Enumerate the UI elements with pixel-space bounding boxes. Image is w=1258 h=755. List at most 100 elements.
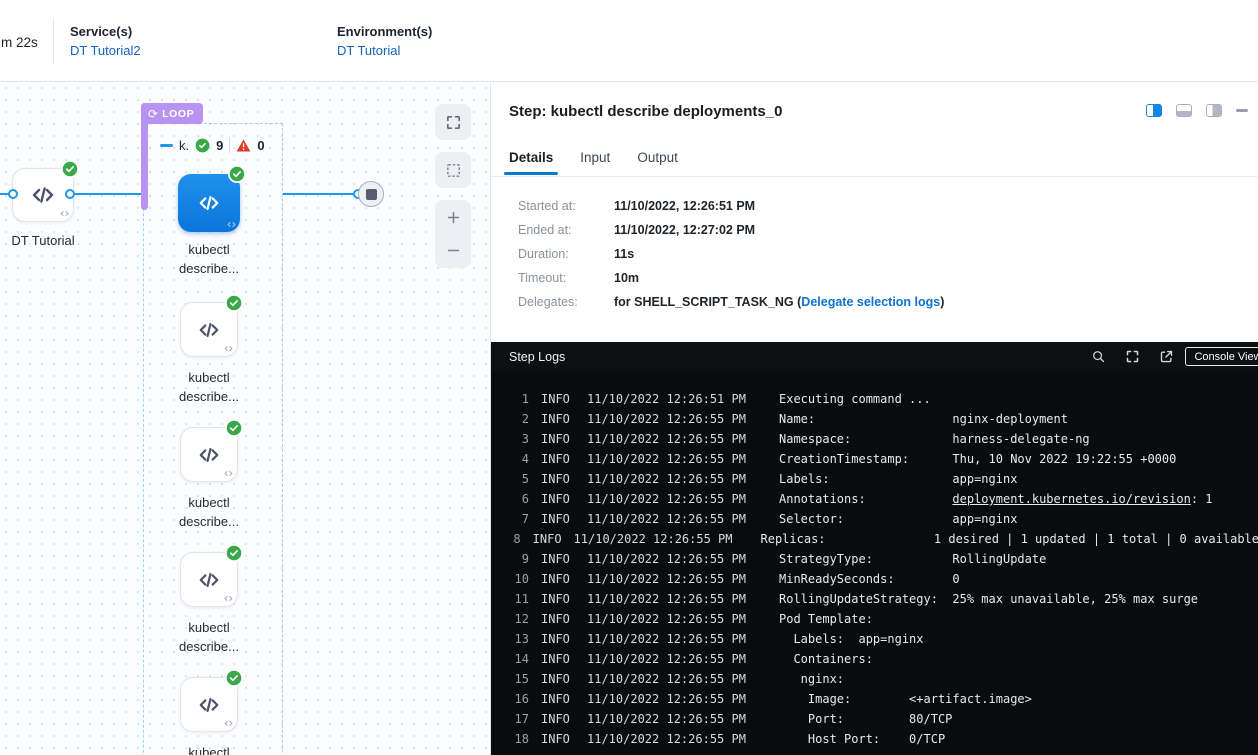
step-node-kubectl-describe[interactable] <box>180 552 238 607</box>
log-message: MinReadySeconds: 0 <box>779 569 960 589</box>
log-line: 15INFO11/10/2022 12:26:55 PM nginx: <box>491 669 1258 689</box>
tabs-divider <box>491 176 1258 177</box>
step-node-kubectl-describe[interactable] <box>178 174 240 232</box>
console-view-button[interactable]: Console View <box>1185 347 1258 366</box>
success-count: 9 <box>216 138 223 153</box>
log-timestamp: 11/10/2022 12:26:55 PM <box>574 529 733 549</box>
search-icon[interactable] <box>1091 349 1106 364</box>
delegate-selection-logs-link[interactable]: Delegate selection logs <box>801 295 940 309</box>
timeout-value: 10m <box>614 271 639 285</box>
log-message: Pod Template: <box>779 609 873 629</box>
log-level: INFO <box>541 489 575 509</box>
log-level: INFO <box>541 389 575 409</box>
log-message: Image: <+artifact.image> <box>779 689 1032 709</box>
service-link[interactable]: DT Tutorial2 <box>70 43 141 58</box>
log-message: nginx: <box>779 669 844 689</box>
log-line: 7INFO11/10/2022 12:26:55 PMSelector: app… <box>491 509 1258 529</box>
log-line: 8INFO11/10/2022 12:26:55 PMReplicas: 1 d… <box>491 529 1258 549</box>
log-line-number: 2 <box>501 409 529 429</box>
log-level: INFO <box>541 609 575 629</box>
code-icon <box>198 319 220 341</box>
warning-icon <box>236 139 251 152</box>
pipeline-end-node[interactable] <box>358 181 384 207</box>
code-icon <box>198 569 220 591</box>
detail-row-duration: Duration: 11s <box>518 247 944 271</box>
timeout-label: Timeout: <box>518 271 614 285</box>
step-logs-console[interactable]: 1INFO11/10/2022 12:26:51 PMExecuting com… <box>491 371 1258 755</box>
log-level: INFO <box>541 469 575 489</box>
edge-line <box>70 193 142 195</box>
log-line: 14INFO11/10/2022 12:26:55 PM Containers: <box>491 649 1258 669</box>
log-message: CreationTimestamp: Thu, 10 Nov 2022 19:2… <box>779 449 1176 469</box>
log-timestamp: 11/10/2022 12:26:55 PM <box>587 729 751 749</box>
log-message: Executing command ... <box>779 389 931 409</box>
log-level: INFO <box>541 449 575 469</box>
minimize-panel-icon[interactable] <box>1236 109 1248 112</box>
code-icon <box>60 209 69 218</box>
collapse-icon[interactable] <box>160 144 173 147</box>
log-text: nginx: <box>779 672 844 686</box>
started-at-label: Started at: <box>518 199 614 213</box>
tab-input[interactable]: Input <box>580 150 610 165</box>
code-icon <box>198 192 220 214</box>
log-line: 16INFO11/10/2022 12:26:55 PM Image: <+ar… <box>491 689 1258 709</box>
log-line-number: 9 <box>501 549 529 569</box>
log-line-number: 17 <box>501 709 529 729</box>
log-text: Namespace: harness-delegate-ng <box>779 432 1090 446</box>
step-node-kubectl-describe[interactable] <box>180 427 238 482</box>
log-timestamp: 11/10/2022 12:26:55 PM <box>587 489 751 509</box>
pipeline-graph-canvas[interactable]: DT Tutorial ⟳ LOOP k. 9 0 kubectldescrib… <box>0 82 490 755</box>
execution-duration: m 22s <box>1 35 38 50</box>
tab-details[interactable]: Details <box>509 150 553 165</box>
step-node-label: kubectldescribe... <box>147 493 271 531</box>
log-level: INFO <box>541 709 575 729</box>
log-level: INFO <box>541 589 575 609</box>
loop-badge[interactable]: ⟳ LOOP <box>141 103 203 124</box>
step-details-list: Started at: 11/10/2022, 12:26:51 PM Ende… <box>518 199 944 319</box>
failure-count: 0 <box>257 138 264 153</box>
log-level: INFO <box>541 689 575 709</box>
tab-output[interactable]: Output <box>637 150 678 165</box>
graph-select-area-button[interactable] <box>435 152 471 188</box>
log-text: Labels: app=nginx <box>779 632 924 646</box>
fullscreen-icon[interactable] <box>1125 349 1140 364</box>
log-annotation-link[interactable]: deployment.kubernetes.io/revision <box>952 492 1190 506</box>
detail-row-started: Started at: 11/10/2022, 12:26:51 PM <box>518 199 944 223</box>
zoom-out-button[interactable] <box>445 242 462 259</box>
layout-right-view-icon[interactable] <box>1206 104 1222 117</box>
layout-split-view-icon[interactable] <box>1146 104 1162 117</box>
open-external-icon[interactable] <box>1159 349 1174 364</box>
code-icon <box>224 344 233 353</box>
log-text: Executing command ... <box>779 392 931 406</box>
detail-row-ended: Ended at: 11/10/2022, 12:27:02 PM <box>518 223 944 247</box>
environment-link[interactable]: DT Tutorial <box>337 43 400 58</box>
step-node-label: kubectldescribe... <box>147 618 271 656</box>
log-text: Pod Template: <box>779 612 873 626</box>
log-timestamp: 11/10/2022 12:26:55 PM <box>587 569 751 589</box>
layout-bottom-view-icon[interactable] <box>1176 104 1192 117</box>
log-line-number: 10 <box>501 569 529 589</box>
panel-layout-controls <box>1146 104 1248 117</box>
code-icon <box>224 594 233 603</box>
log-line-number: 3 <box>501 429 529 449</box>
log-text: Name: nginx-deployment <box>779 412 1068 426</box>
loop-icon: ⟳ <box>148 108 158 120</box>
step-logs-actions <box>1091 342 1174 371</box>
log-text: : 1 <box>1191 492 1213 506</box>
zoom-in-button[interactable] <box>445 209 462 226</box>
step-node-kubectl-describe[interactable] <box>180 677 238 732</box>
log-message: RollingUpdateStrategy: 25% max unavailab… <box>779 589 1198 609</box>
graph-fullscreen-button[interactable] <box>435 104 471 140</box>
log-level: INFO <box>541 549 575 569</box>
log-message: Replicas: 1 desired | 1 updated | 1 tota… <box>761 529 1258 549</box>
log-text: Replicas: 1 desired | 1 updated | 1 tota… <box>761 532 1258 546</box>
topbar-divider <box>53 18 54 64</box>
step-node-kubectl-describe[interactable] <box>180 302 238 357</box>
log-message: StrategyType: RollingUpdate <box>779 549 1046 569</box>
log-line-number: 11 <box>501 589 529 609</box>
log-message: Containers: <box>779 649 873 669</box>
code-icon <box>227 220 236 229</box>
log-text: RollingUpdateStrategy: 25% max unavailab… <box>779 592 1198 606</box>
step-node-label: kubectldescribe... <box>147 368 271 406</box>
log-line-number: 8 <box>501 529 521 549</box>
